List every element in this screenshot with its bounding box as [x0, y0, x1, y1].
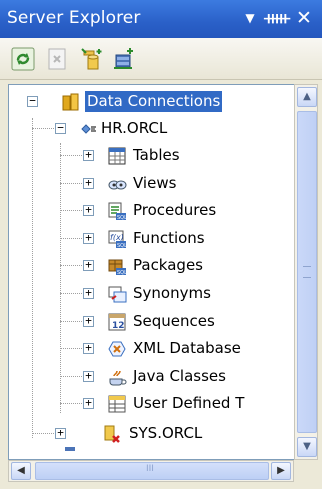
tree-node-procedures[interactable]: + SQL Procedures [9, 198, 301, 224]
tree-node-label: Views [133, 174, 177, 192]
connect-database-icon [81, 48, 102, 70]
svg-text:f(x): f(x) [110, 233, 124, 242]
connect-to-server-button[interactable] [112, 47, 136, 71]
expand-toggle[interactable]: + [83, 232, 94, 244]
tables-icon [107, 146, 127, 166]
tree-node-java-classes[interactable]: + Java Classes [9, 364, 301, 390]
tree-node-label: Packages [133, 256, 203, 274]
tree-node-user-defined-t[interactable]: + User Defined T [9, 391, 301, 417]
tree-node-label: XML Database [133, 339, 241, 357]
collapse-toggle[interactable]: − [27, 95, 38, 107]
tree-node-sequences[interactable]: +12 Sequences [9, 309, 301, 335]
scrollbar-corner [294, 460, 318, 482]
expand-toggle[interactable]: + [55, 427, 66, 439]
packages-icon: SQL [107, 256, 127, 276]
xml-database-icon [107, 339, 127, 359]
scroll-down-button[interactable]: ▼ [297, 437, 317, 457]
svg-text:12: 12 [112, 321, 125, 331]
server-explorer-panel: Server Explorer ▼ ᚔ ✕ − Data Connections… [0, 0, 322, 489]
folder-icon [61, 447, 81, 459]
tree-node-label: Tables [133, 146, 180, 164]
tree-node-views[interactable]: + Views [9, 171, 301, 197]
sequences-icon: 12 [107, 312, 127, 332]
refresh-button[interactable] [11, 47, 35, 71]
expand-toggle[interactable]: + [83, 204, 94, 216]
connect-server-icon [114, 48, 133, 69]
expand-toggle[interactable]: + [83, 177, 94, 189]
tree-node-label: Data Connections [85, 91, 223, 112]
close-icon[interactable]: ✕ [292, 5, 316, 31]
pin-icon[interactable]: ᚔ [264, 5, 290, 31]
collapse-toggle[interactable]: − [55, 122, 66, 134]
horizontal-scrollbar[interactable]: ◀ ▶ [8, 460, 294, 482]
folder-connections-icon [61, 92, 81, 112]
panel-title: Server Explorer [7, 8, 141, 28]
tree-node-hr-orcl[interactable]: − HR.ORCL [9, 116, 301, 142]
expand-toggle[interactable]: + [83, 315, 94, 327]
vertical-scrollbar[interactable]: ▲ ▼ [294, 84, 318, 460]
expand-toggle[interactable]: + [83, 287, 94, 299]
tree-node-data-connections[interactable]: − Data Connections [9, 89, 301, 115]
tree-view[interactable]: − Data Connections − HR.ORCL + Tables + … [8, 84, 302, 460]
scroll-up-button[interactable]: ▲ [297, 87, 317, 107]
oracle-connection-icon [79, 119, 99, 139]
scroll-thumb[interactable] [297, 111, 317, 433]
functions-icon: f(x) SQL [107, 229, 127, 249]
views-icon [107, 174, 127, 194]
tree-node-sys-orcl[interactable]: + SYS.ORCL [9, 421, 301, 447]
svg-text:SQL: SQL [117, 243, 127, 249]
tree-node-tables[interactable]: + Tables [9, 143, 301, 169]
tree-node-label: Procedures [133, 201, 217, 219]
tree-node-packages[interactable]: + SQL Packages [9, 253, 301, 279]
svg-text:SQL: SQL [117, 270, 127, 276]
expand-toggle[interactable]: + [83, 370, 94, 382]
tree-node-label: Functions [133, 229, 205, 247]
panel-title-bar[interactable]: Server Explorer ▼ ᚔ ✕ [0, 0, 322, 38]
java-classes-icon [107, 367, 127, 387]
scroll-left-button[interactable]: ◀ [11, 462, 31, 480]
user-defined-types-icon [107, 394, 127, 414]
expand-toggle[interactable]: + [83, 342, 94, 354]
connect-to-database-button[interactable] [80, 47, 104, 71]
tree-node-label: Synonyms [133, 284, 211, 302]
synonyms-icon [107, 284, 127, 304]
tree-node-label: Java Classes [133, 367, 226, 385]
tree-node-partial [9, 447, 301, 459]
disconnected-database-icon [101, 424, 121, 444]
expand-toggle[interactable]: + [83, 397, 94, 409]
tree-node-label: User Defined T [133, 394, 245, 412]
tree-node-label: Sequences [133, 312, 215, 330]
expand-toggle[interactable]: + [83, 259, 94, 271]
expand-toggle[interactable]: + [83, 149, 94, 161]
tree-node-synonyms[interactable]: + Synonyms [9, 281, 301, 307]
procedures-icon: SQL [107, 201, 127, 221]
stop-icon [48, 48, 66, 70]
tree-node-xml-database[interactable]: + XML Database [9, 336, 301, 362]
scroll-right-button[interactable]: ▶ [271, 462, 291, 480]
tree-node-functions[interactable]: + f(x) SQL Functions [9, 226, 301, 252]
tree-node-label: HR.ORCL [101, 119, 168, 137]
svg-text:SQL: SQL [117, 215, 127, 221]
tree-node-label: SYS.ORCL [129, 424, 203, 442]
dropdown-arrow-icon[interactable]: ▼ [238, 5, 262, 31]
toolbar [0, 38, 322, 80]
horizontal-scroll-thumb[interactable] [35, 462, 269, 480]
refresh-icon [11, 47, 35, 71]
stop-refresh-button[interactable] [45, 47, 69, 71]
